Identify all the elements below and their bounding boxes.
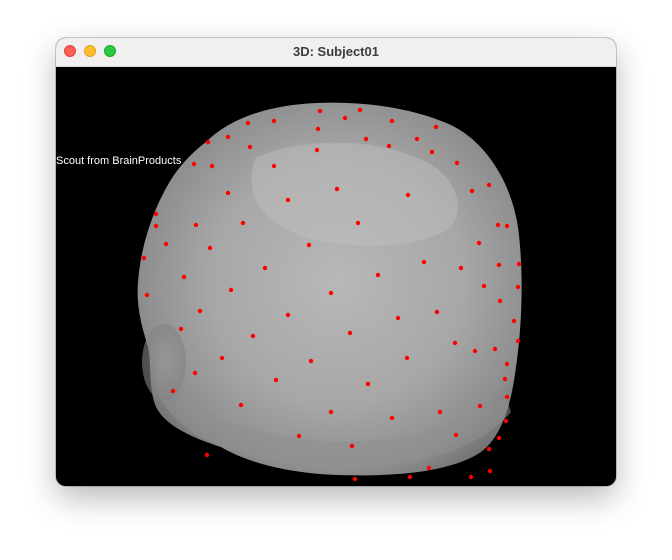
sensor-marker xyxy=(225,190,231,196)
sensor-marker xyxy=(492,346,498,352)
sensor-marker xyxy=(315,126,321,132)
sensor-marker xyxy=(496,262,502,268)
sensor-marker xyxy=(308,358,314,364)
sensor-marker xyxy=(386,143,392,149)
sensor-marker xyxy=(285,312,291,318)
sensor-marker xyxy=(504,223,510,229)
sensor-marker xyxy=(317,108,323,114)
sensor-marker xyxy=(285,197,291,203)
sensor-marker xyxy=(472,348,478,354)
sensor-marker xyxy=(375,272,381,278)
scout-label: Scout from BrainProducts xyxy=(56,155,182,167)
sensor-marker xyxy=(250,333,256,339)
sensor-marker xyxy=(469,188,475,194)
sensor-marker xyxy=(193,222,199,228)
sensor-marker xyxy=(504,394,510,400)
sensor-marker xyxy=(228,287,234,293)
sensor-marker xyxy=(163,241,169,247)
sensor-marker xyxy=(511,318,517,324)
sensor-marker xyxy=(486,182,492,188)
sensor-marker xyxy=(357,107,363,113)
sensor-marker xyxy=(347,330,353,336)
sensor-marker xyxy=(468,474,474,480)
sensor-marker xyxy=(405,192,411,198)
sensor-marker xyxy=(219,355,225,361)
title-bar[interactable]: 3D: Subject01 xyxy=(56,38,616,67)
sensor-marker xyxy=(429,149,435,155)
figure-window: 3D: Subject01 Scout from BrainProducts xyxy=(56,38,616,486)
sensor-marker xyxy=(238,402,244,408)
sensor-marker xyxy=(205,139,211,145)
sensor-marker xyxy=(144,292,150,298)
sensor-marker xyxy=(328,290,334,296)
sensor-marker xyxy=(404,355,410,361)
sensor-marker xyxy=(296,433,302,439)
sensor-marker xyxy=(502,376,508,382)
sensor-marker xyxy=(497,298,503,304)
sensor-marker xyxy=(153,223,159,229)
sensor-marker xyxy=(516,261,522,267)
sensor-marker xyxy=(245,120,251,126)
sensor-marker xyxy=(153,211,159,217)
sensor-marker xyxy=(503,418,509,424)
sensor-marker xyxy=(262,265,268,271)
sensor-marker xyxy=(389,118,395,124)
sensor-marker xyxy=(454,160,460,166)
sensor-marker xyxy=(191,161,197,167)
head-render xyxy=(137,102,522,482)
sensor-marker xyxy=(271,118,277,124)
sensor-marker xyxy=(515,284,521,290)
sensor-marker xyxy=(476,240,482,246)
window-title: 3D: Subject01 xyxy=(293,44,379,59)
sensor-marker xyxy=(271,163,277,169)
sensor-marker xyxy=(453,432,459,438)
sensor-marker xyxy=(178,326,184,332)
sensor-marker xyxy=(170,388,176,394)
sensor-marker xyxy=(395,315,401,321)
sensor-marker xyxy=(504,361,510,367)
sensor-marker xyxy=(197,308,203,314)
sensor-marker xyxy=(306,242,312,248)
sensor-marker xyxy=(365,381,371,387)
sensor-marker xyxy=(247,144,253,150)
sensor-marker xyxy=(515,338,521,344)
sensor-marker xyxy=(434,309,440,315)
sensor-marker xyxy=(141,255,147,261)
sensor-marker xyxy=(477,403,483,409)
sensor-marker xyxy=(207,245,213,251)
sensor-marker xyxy=(192,370,198,376)
sensor-marker xyxy=(496,435,502,441)
sensor-marker xyxy=(452,340,458,346)
sensor-marker xyxy=(495,222,501,228)
sensor-marker xyxy=(273,377,279,383)
sensor-marker xyxy=(334,186,340,192)
sensor-marker xyxy=(209,163,215,169)
sensor-marker xyxy=(414,136,420,142)
sensor-marker xyxy=(389,415,395,421)
sensor-marker xyxy=(421,259,427,265)
sensor-marker xyxy=(204,452,210,458)
sensor-marker xyxy=(407,474,413,480)
sensor-marker xyxy=(342,115,348,121)
sensor-marker xyxy=(349,443,355,449)
sensor-marker xyxy=(487,468,493,474)
sensor-marker xyxy=(328,409,334,415)
sensor-marker xyxy=(437,409,443,415)
sensor-marker xyxy=(240,220,246,226)
sensor-marker xyxy=(458,265,464,271)
sensor-marker xyxy=(181,274,187,280)
sensor-marker xyxy=(486,446,492,452)
3d-viewport[interactable]: Scout from BrainProducts xyxy=(56,67,616,486)
sensor-marker xyxy=(355,220,361,226)
ear-bump xyxy=(142,324,186,400)
sensor-marker xyxy=(426,465,432,471)
sensor-marker xyxy=(352,476,358,482)
sensor-marker xyxy=(363,136,369,142)
sensor-marker xyxy=(314,147,320,153)
sensor-marker xyxy=(433,124,439,130)
sensor-marker xyxy=(481,283,487,289)
sensor-marker xyxy=(225,134,231,140)
